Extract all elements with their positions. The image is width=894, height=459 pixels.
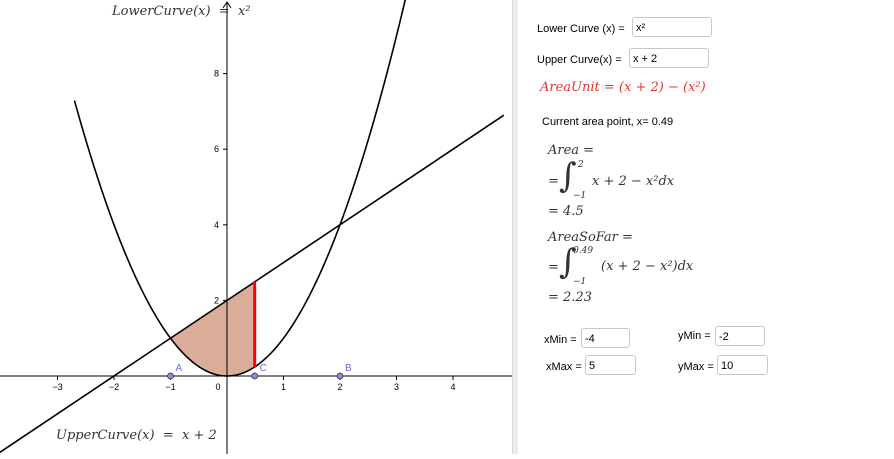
y-tick-label: 2 xyxy=(214,295,219,305)
xmin-input[interactable]: -4 xyxy=(581,328,630,348)
y-tick-label: 8 xyxy=(214,69,219,79)
graph-canvas[interactable]: −3 −2 −1 0 1 2 3 4 2 4 6 8 A B C xyxy=(0,0,512,454)
ymax-input[interactable]: 10 xyxy=(717,355,768,375)
lower-curve-input[interactable]: x² xyxy=(632,17,712,37)
xmin-label: xMin = xyxy=(544,334,577,346)
area-unit-text: AreaUnit = (x + 2) − (x²) xyxy=(540,80,706,95)
lower-curve-input-label: Lower Curve (x) = xyxy=(537,23,625,35)
upper-curve-input-label: Upper Curve(x) = xyxy=(537,54,622,66)
upper-curve-input[interactable]: x + 2 xyxy=(629,48,709,68)
ymin-label: yMin = xyxy=(678,330,711,342)
algebra-panel: Lower Curve (x) = x² Upper Curve(x) = x … xyxy=(518,0,894,454)
x-tick-label: −3 xyxy=(52,382,62,392)
xmax-label: xMax = xyxy=(546,361,582,373)
ymax-label: yMax = xyxy=(678,361,714,373)
point-label: B xyxy=(345,363,352,374)
point-label: A xyxy=(176,363,183,374)
upper-curve[interactable] xyxy=(0,114,505,454)
x-tick-label: 1 xyxy=(281,382,286,392)
graph-view[interactable]: −3 −2 −1 0 1 2 3 4 2 4 6 8 A B C LowerCurve(x) = x² U… xyxy=(0,0,512,454)
x-tick-label: 3 xyxy=(394,382,399,392)
current-area-point-text: Current area point, x= 0.49 xyxy=(542,116,674,128)
x-tick-label: 0 xyxy=(215,382,220,392)
upper-curve-label: UpperCurve(x) = x + 2 xyxy=(56,428,217,443)
x-tick-label: 4 xyxy=(450,382,455,392)
y-tick-label: 6 xyxy=(214,144,219,154)
point-b[interactable] xyxy=(336,372,344,380)
ymin-input[interactable]: -2 xyxy=(715,326,765,346)
point-a[interactable] xyxy=(167,372,174,380)
lower-curve-label: LowerCurve(x) = x² xyxy=(112,4,251,19)
x-tick-label: −2 xyxy=(109,382,119,392)
x-tick-label: 2 xyxy=(337,382,342,392)
point-label: C xyxy=(260,363,267,374)
x-tick-label: −1 xyxy=(165,382,175,392)
integral-sign-icon: ∫ xyxy=(559,156,577,196)
points: A B C xyxy=(167,363,352,380)
y-tick-label: 4 xyxy=(214,220,219,230)
xmax-input[interactable]: 5 xyxy=(585,355,636,375)
point-c[interactable] xyxy=(251,372,259,380)
